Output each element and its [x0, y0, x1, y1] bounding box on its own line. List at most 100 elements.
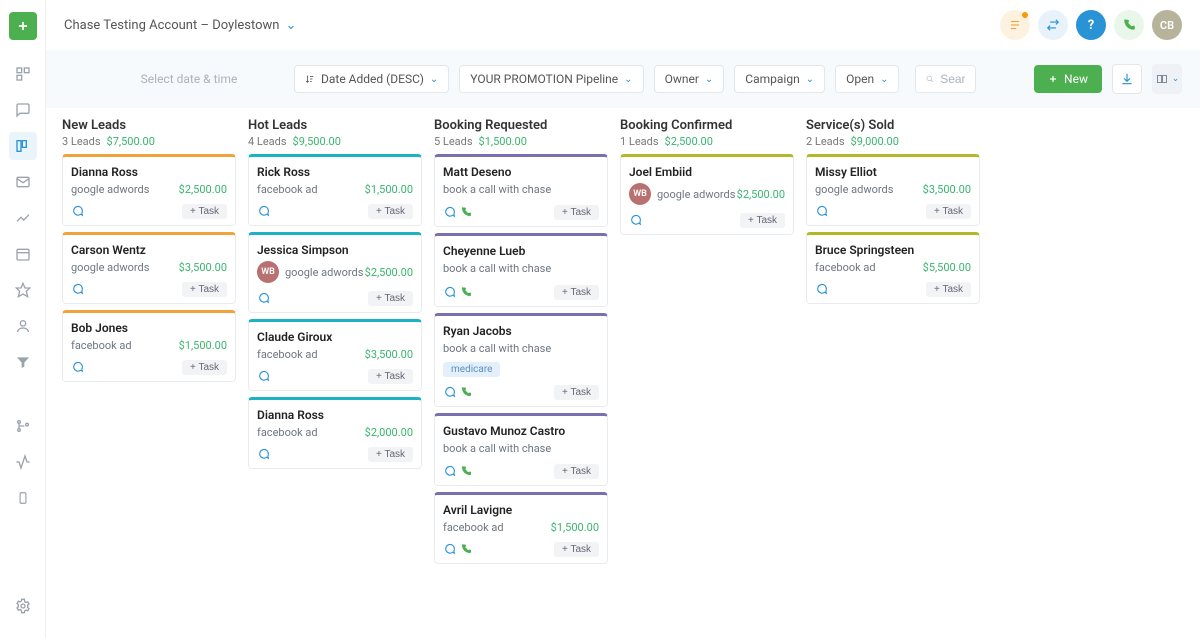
dashboard-icon[interactable] [9, 60, 37, 88]
user-icon[interactable] [9, 312, 37, 340]
chat-icon[interactable] [815, 205, 828, 218]
add-task-button[interactable]: + Task [554, 464, 599, 479]
phone-icon[interactable] [460, 206, 472, 219]
chat-icon[interactable] [257, 205, 270, 218]
lead-name: Gustavo Munoz Castro [443, 424, 599, 438]
add-task-button[interactable]: + Task [368, 447, 413, 462]
add-task-button[interactable]: + Task [926, 204, 971, 219]
mail-icon[interactable] [9, 168, 37, 196]
search-input[interactable] [940, 72, 965, 86]
lead-source: facebook ad [443, 521, 504, 534]
chat-icon[interactable] [443, 206, 456, 219]
status-dropdown[interactable]: Open⌄ [835, 65, 899, 93]
pipeline-icon[interactable] [9, 132, 37, 160]
analytics-icon[interactable] [9, 204, 37, 232]
owner-dropdown[interactable]: Owner⌄ [654, 65, 725, 93]
chat-icon[interactable] [257, 448, 270, 461]
campaign-label: Campaign [745, 72, 799, 86]
add-task-button[interactable]: + Task [926, 282, 971, 297]
lead-card[interactable]: Bruce Springsteenfacebook ad$5,500.00+ T… [806, 232, 980, 304]
pipeline-dropdown[interactable]: YOUR PROMOTION Pipeline⌄ [459, 65, 643, 93]
column-title: Booking Requested [434, 118, 608, 133]
lead-card[interactable]: Rick Rossfacebook ad$1,500.00+ Task [248, 154, 422, 226]
lead-card[interactable]: Matt Desenobook a call with chase+ Task [434, 154, 608, 227]
chat-icon[interactable] [9, 96, 37, 124]
date-time-picker[interactable]: Select date & time [64, 72, 284, 86]
add-task-button[interactable]: + Task [182, 282, 227, 297]
user-avatar[interactable]: CB [1152, 10, 1182, 40]
chat-icon[interactable] [71, 361, 84, 374]
mobile-icon[interactable] [9, 484, 37, 512]
lead-name: Jessica Simpson [257, 243, 413, 257]
chat-icon[interactable] [443, 286, 456, 299]
chat-icon[interactable] [71, 283, 84, 296]
phone-icon[interactable] [460, 386, 472, 399]
add-task-button[interactable]: + Task [740, 213, 785, 228]
lead-card[interactable]: Jessica SimpsonWBgoogle adwords$2,500.00… [248, 232, 422, 313]
chat-icon[interactable] [629, 214, 642, 227]
branch-icon[interactable] [9, 412, 37, 440]
view-toggle-button[interactable]: ⌄ [1152, 64, 1182, 94]
add-task-button[interactable]: + Task [554, 542, 599, 557]
add-task-button[interactable]: + Task [554, 205, 599, 220]
help-button[interactable]: ? [1076, 10, 1106, 40]
lead-card[interactable]: Ryan Jacobsbook a call with chasemedicar… [434, 313, 608, 407]
search-box[interactable] [915, 65, 975, 93]
tasks-button[interactable] [1000, 10, 1030, 40]
chat-icon[interactable] [443, 465, 456, 478]
phone-icon[interactable] [460, 465, 472, 478]
chat-icon[interactable] [815, 283, 828, 296]
lead-card[interactable]: Cheyenne Luebbook a call with chase+ Tas… [434, 233, 608, 306]
calendar-icon[interactable] [9, 240, 37, 268]
call-button[interactable] [1114, 10, 1144, 40]
lead-card[interactable]: Dianna Rossgoogle adwords$2,500.00+ Task [62, 154, 236, 226]
filter-icon[interactable] [9, 348, 37, 376]
chat-icon[interactable] [443, 543, 456, 556]
chat-icon[interactable] [257, 370, 270, 383]
add-task-button[interactable]: + Task [554, 285, 599, 300]
sort-dropdown[interactable]: Date Added (DESC)⌄ [294, 65, 449, 93]
chat-icon[interactable] [71, 205, 84, 218]
account-selector[interactable]: Chase Testing Account – Doylestown ⌄ [64, 18, 296, 33]
sidebar [0, 0, 46, 638]
lead-value: $3,500.00 [365, 348, 413, 361]
lead-value: $2,500.00 [365, 266, 413, 279]
lead-card[interactable]: Claude Girouxfacebook ad$3,500.00+ Task [248, 319, 422, 391]
lead-value: $3,500.00 [923, 183, 971, 196]
chat-icon[interactable] [443, 386, 456, 399]
lead-card[interactable]: Missy Elliotgoogle adwords$3,500.00+ Tas… [806, 154, 980, 226]
column-summary: 2 Leads$9,000.00 [806, 135, 980, 148]
lead-card[interactable]: Gustavo Munoz Castrobook a call with cha… [434, 413, 608, 486]
add-task-button[interactable]: + Task [554, 385, 599, 400]
add-task-button[interactable]: + Task [182, 204, 227, 219]
lead-card[interactable]: Dianna Rossfacebook ad$2,000.00+ Task [248, 397, 422, 469]
lead-card[interactable]: Carson Wentzgoogle adwords$3,500.00+ Tas… [62, 232, 236, 304]
lead-card[interactable]: Bob Jonesfacebook ad$1,500.00+ Task [62, 310, 236, 382]
lead-tag: medicare [443, 362, 500, 377]
chat-icon[interactable] [257, 292, 270, 305]
lead-note: book a call with chase [443, 183, 599, 197]
add-task-button[interactable]: + Task [368, 369, 413, 384]
activity-icon[interactable] [9, 448, 37, 476]
search-icon [926, 73, 934, 85]
phone-icon[interactable] [460, 286, 472, 299]
lead-card[interactable]: Avril Lavignefacebook ad$1,500.00+ Task [434, 492, 608, 564]
chevron-down-icon: ⌄ [705, 74, 713, 85]
star-icon[interactable] [9, 276, 37, 304]
settings-icon[interactable] [9, 592, 37, 620]
download-button[interactable] [1112, 64, 1142, 94]
new-button[interactable]: New [1034, 65, 1102, 93]
switch-button[interactable] [1038, 10, 1068, 40]
lead-source: google adwords [657, 188, 735, 201]
add-task-button[interactable]: + Task [368, 204, 413, 219]
chevron-down-icon: ⌄ [285, 18, 296, 33]
phone-icon[interactable] [460, 543, 472, 556]
status-label: Open [846, 72, 874, 86]
add-task-button[interactable]: + Task [182, 360, 227, 375]
lead-source: google adwords [71, 261, 149, 274]
add-task-button[interactable]: + Task [368, 291, 413, 306]
lead-card[interactable]: Joel EmbiidWBgoogle adwords$2,500.00+ Ta… [620, 154, 794, 235]
lead-value: $2,500.00 [179, 183, 227, 196]
add-button[interactable] [9, 12, 37, 40]
campaign-dropdown[interactable]: Campaign⌄ [734, 65, 825, 93]
